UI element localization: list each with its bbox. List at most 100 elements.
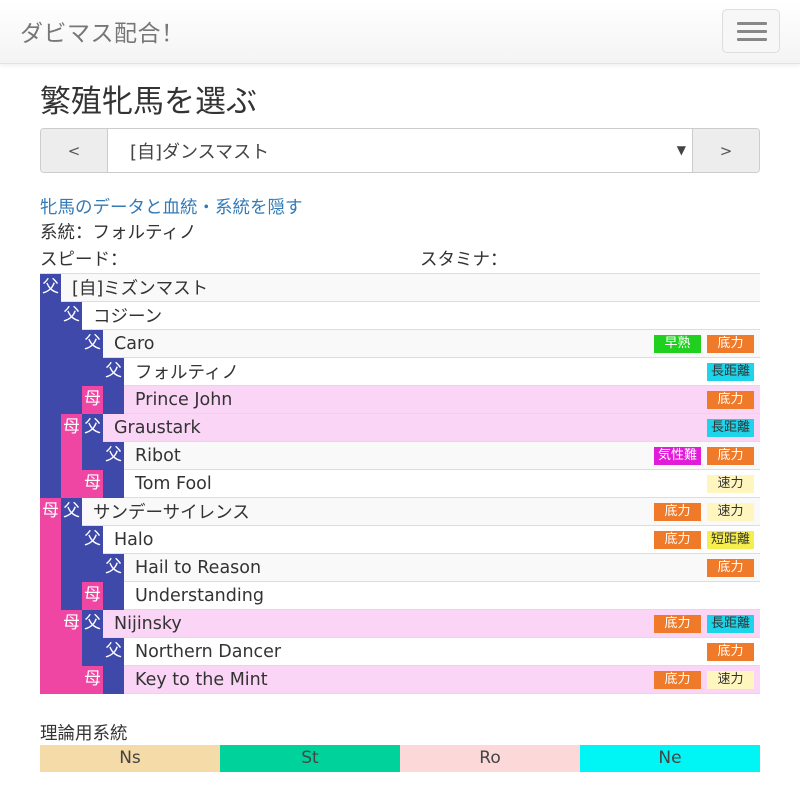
dam-marker: 母 <box>40 498 61 694</box>
dam-marker: 母 <box>82 582 103 610</box>
pedigree-row: サンデーサイレンス 底力 速力 <box>82 498 760 526</box>
sire-glyph: 父 <box>84 417 101 437</box>
pedigree-row: Understanding <box>124 582 760 610</box>
horse-name: [自]ミズンマスト <box>72 279 209 299</box>
dam-marker: 母 <box>61 414 82 498</box>
brand-logo[interactable]: ダビマス配合！ <box>20 14 185 48</box>
horse-name: Ribot <box>135 445 181 466</box>
trait-tags: 底力 <box>707 390 760 409</box>
trait-badge: 底力 <box>707 390 754 409</box>
hamburger-icon-bar <box>737 30 767 33</box>
stamina-label: スタミナ： <box>420 250 508 270</box>
trait-badge: 底力 <box>654 502 701 521</box>
pedigree-row: [自]ミズンマスト <box>61 274 760 302</box>
sire-glyph: 父 <box>105 445 122 465</box>
horse-name: Tom Fool <box>135 473 212 494</box>
hamburger-icon-bar <box>737 22 767 25</box>
theory-segment: Ne <box>580 745 760 772</box>
trait-badge: 長距離 <box>707 362 754 381</box>
sire-glyph: 父 <box>84 613 101 633</box>
sire-glyph: 父 <box>84 529 101 549</box>
sire-marker: 父 <box>103 442 124 498</box>
dam-glyph: 母 <box>63 417 80 437</box>
sire-glyph: 父 <box>63 501 80 521</box>
pedigree-row: Caro 早熟 底力 <box>103 330 760 358</box>
trait-tags: 底力 <box>707 642 760 661</box>
trait-badge: 短距離 <box>707 530 754 549</box>
pedigree-row: Graustark 長距離 <box>103 414 760 442</box>
trait-badge: 底力 <box>654 614 701 633</box>
trait-tags: 底力 <box>707 558 760 577</box>
horse-name: コジーン <box>93 307 163 327</box>
trait-badge: 速力 <box>707 474 754 493</box>
pedigree-row: Northern Dancer 底力 <box>124 638 760 666</box>
sire-glyph: 父 <box>63 305 80 325</box>
trait-tags: 早熟 底力 <box>654 334 760 353</box>
trait-badge: 早熟 <box>654 334 701 353</box>
trait-badge: 底力 <box>707 558 754 577</box>
speed-label: スピード： <box>40 250 128 270</box>
next-mare-button[interactable]: > <box>692 129 759 172</box>
sire-glyph: 父 <box>42 277 59 297</box>
trait-badge: 底力 <box>654 670 701 689</box>
horse-name: Key to the Mint <box>135 669 268 690</box>
dam-glyph: 母 <box>63 613 80 633</box>
trait-tags: 長距離 <box>707 418 760 437</box>
sire-marker: 父 <box>61 302 82 414</box>
mare-select[interactable]: [自]ダンスマスト ▼ <box>108 129 692 172</box>
pedigree-row: コジーン <box>82 302 760 330</box>
dam-marker: 母 <box>82 386 103 414</box>
sire-glyph: 父 <box>105 361 122 381</box>
horse-name: Understanding <box>135 585 264 606</box>
trait-badge: 速力 <box>707 670 754 689</box>
sire-marker: 父 <box>82 526 103 582</box>
dam-marker: 母 <box>82 470 103 498</box>
horse-name: Halo <box>114 529 154 550</box>
trait-tags: 長距離 <box>707 362 760 381</box>
sire-marker: 父 <box>82 610 103 666</box>
trait-tags: 速力 <box>707 474 760 493</box>
horse-name: Graustark <box>114 417 201 438</box>
horse-name: フォルティノ <box>135 363 239 383</box>
trait-tags: 気性難 底力 <box>654 446 760 465</box>
trait-tags: 底力 速力 <box>654 670 760 689</box>
pedigree-table: 父母父母父母父母父母父母父母父父父父 [自]ミズンマスト コジーン Caro 早熟 底力フ… <box>40 273 760 694</box>
trait-badge: 長距離 <box>707 418 754 437</box>
horse-name: Hail to Reason <box>135 557 262 578</box>
sire-marker: 父 <box>103 358 124 414</box>
prev-mare-button[interactable]: < <box>41 129 108 172</box>
dam-glyph: 母 <box>84 669 101 689</box>
sire-marker: 父 <box>103 554 124 610</box>
pedigree-row: Key to the Mint 底力 速力 <box>124 666 760 694</box>
trait-badge: 底力 <box>707 642 754 661</box>
dam-glyph: 母 <box>84 389 101 409</box>
dam-marker: 母 <box>61 610 82 694</box>
pedigree-row: Hail to Reason 底力 <box>124 554 760 582</box>
dam-glyph: 母 <box>84 473 101 493</box>
pedigree-row: Halo 底力 短距離 <box>103 526 760 554</box>
horse-name: Caro <box>114 333 155 354</box>
menu-toggle-button[interactable] <box>722 9 780 53</box>
pedigree-row: Tom Fool 速力 <box>124 470 760 498</box>
theory-segment: Ns <box>40 745 220 772</box>
horse-name: サンデーサイレンス <box>93 503 250 523</box>
trait-tags: 底力 短距離 <box>654 530 760 549</box>
trait-tags: 底力 長距離 <box>654 614 760 633</box>
sire-glyph: 父 <box>105 557 122 577</box>
dam-glyph: 母 <box>84 585 101 605</box>
sire-glyph: 父 <box>105 641 122 661</box>
pedigree-row: Prince John 底力 <box>124 386 760 414</box>
dam-glyph: 母 <box>42 501 59 521</box>
pedigree-row: Ribot 気性難 底力 <box>124 442 760 470</box>
sire-marker: 父 <box>82 330 103 386</box>
lineage-text: 系統：フォルティノ <box>40 223 197 243</box>
sire-marker: 父 <box>40 274 61 498</box>
theory-segment: St <box>220 745 400 772</box>
navbar: ダビマス配合！ <box>0 0 800 64</box>
hide-details-link[interactable]: 牝馬のデータと血統・系統を隠す <box>40 194 303 219</box>
dropdown-caret-icon: ▼ <box>676 143 686 157</box>
theory-lineage-bar: Ns St Ro Ne <box>40 745 760 772</box>
sire-glyph: 父 <box>84 333 101 353</box>
sire-marker: 父 <box>61 498 82 610</box>
trait-badge: 気性難 <box>654 446 701 465</box>
